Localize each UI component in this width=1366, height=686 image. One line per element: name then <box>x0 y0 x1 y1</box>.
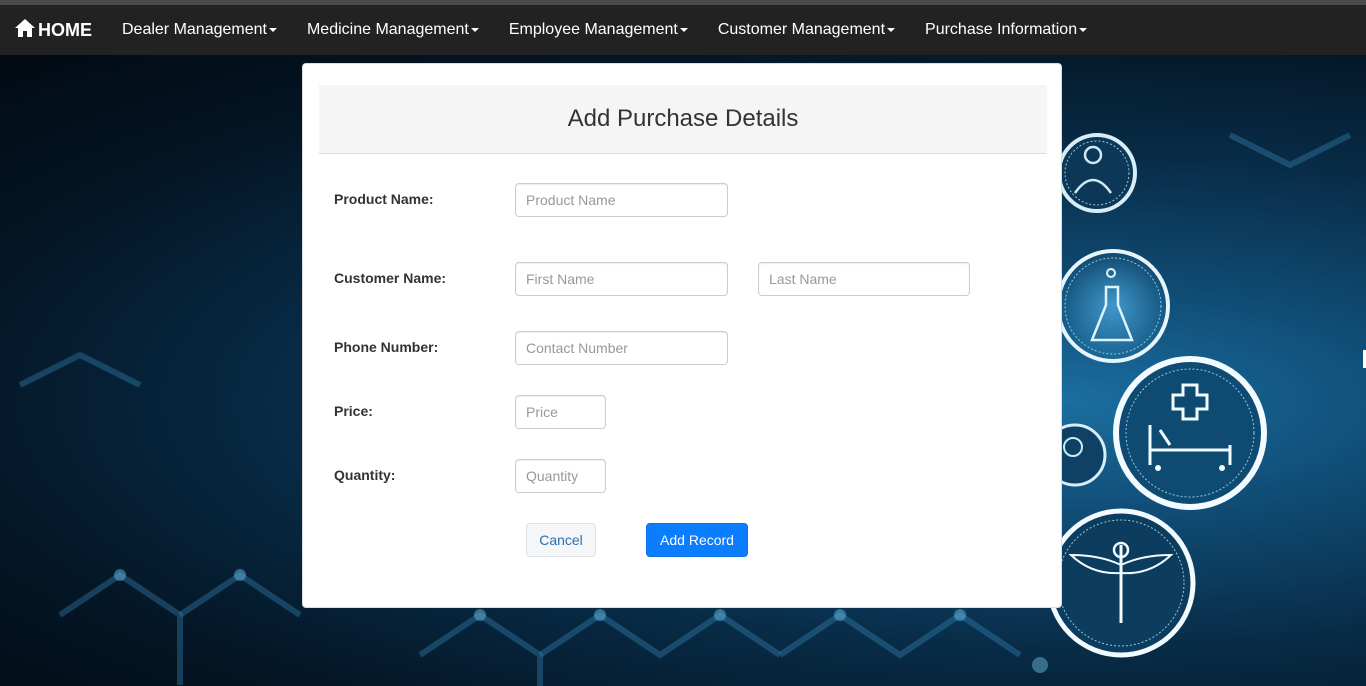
cancel-button[interactable]: Cancel <box>526 523 596 557</box>
quantity-input[interactable] <box>515 459 606 493</box>
price-label: Price: <box>334 403 373 419</box>
doctor-icon <box>1057 133 1137 213</box>
home-label: HOME <box>38 19 92 40</box>
nav-dealer-management[interactable]: Dealer Management <box>107 5 292 55</box>
product-name-input[interactable] <box>515 183 728 217</box>
phone-number-label: Phone Number: <box>334 339 439 355</box>
caret-down-icon <box>679 28 688 32</box>
add-record-button[interactable]: Add Record <box>646 523 748 557</box>
nav-employee-management[interactable]: Employee Management <box>494 5 703 55</box>
flask-icon <box>1056 249 1170 363</box>
modal-title: Add Purchase Details <box>567 105 799 132</box>
nav-label: Medicine Management <box>306 21 469 38</box>
nav-customer-management[interactable]: Customer Management <box>703 5 910 55</box>
product-name-label: Product Name: <box>334 191 434 207</box>
nav-purchase-information[interactable]: Purchase Information <box>910 5 1102 55</box>
caret-down-icon <box>268 28 277 32</box>
caduceus-icon <box>1045 507 1197 659</box>
home-icon <box>15 18 38 42</box>
add-purchase-modal: Add Purchase Details Product Name: Custo… <box>302 63 1062 608</box>
modal-header: Add Purchase Details <box>319 85 1047 154</box>
caret-down-icon <box>1079 28 1088 32</box>
nav-medicine-management[interactable]: Medicine Management <box>292 5 494 55</box>
navbar: HOME Dealer Management Medicine Manageme… <box>0 5 1366 55</box>
customer-name-label: Customer Name: <box>334 270 447 286</box>
nav-label: Purchase Information <box>925 21 1078 38</box>
caret-down-icon <box>887 28 896 32</box>
nav-label: Employee Management <box>508 21 678 38</box>
price-input[interactable] <box>515 395 606 429</box>
home-link[interactable]: HOME <box>15 18 92 42</box>
quantity-label: Quantity: <box>334 467 396 483</box>
caret-down-icon <box>470 28 479 32</box>
nav-label: Customer Management <box>717 21 886 38</box>
phone-number-input[interactable] <box>515 331 728 365</box>
nav-label: Dealer Management <box>122 21 267 38</box>
hospital-bed-icon <box>1112 355 1268 511</box>
last-name-input[interactable] <box>758 262 970 296</box>
first-name-input[interactable] <box>515 262 728 296</box>
